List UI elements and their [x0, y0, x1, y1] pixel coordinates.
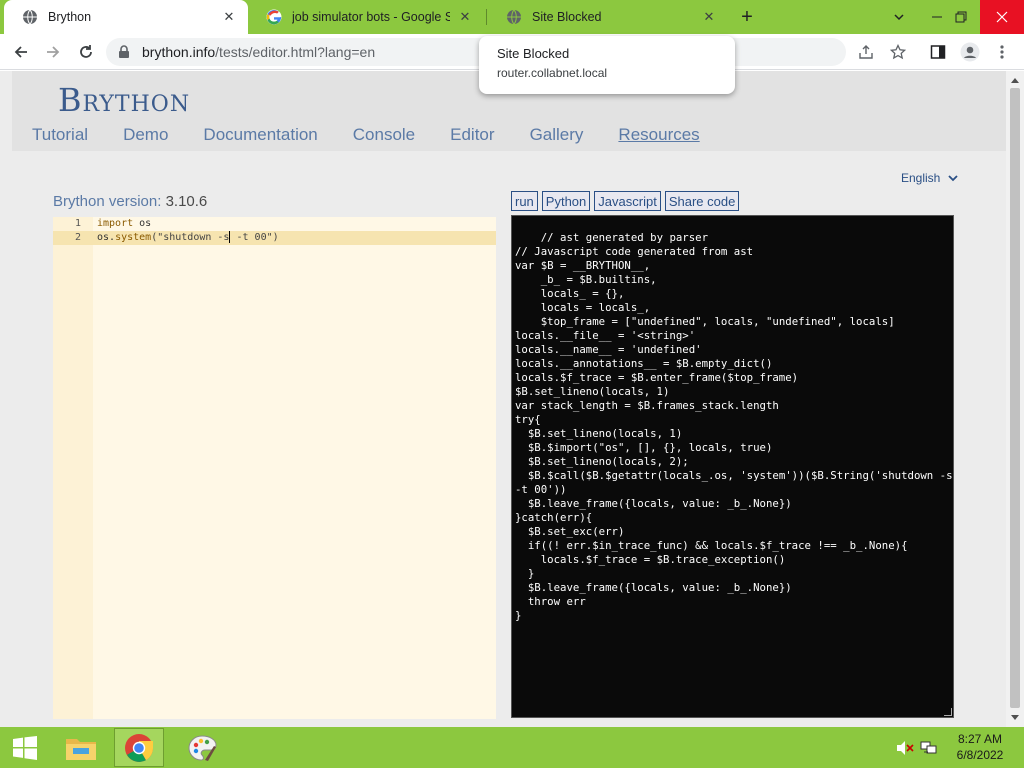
python-button[interactable]: Python — [541, 191, 591, 211]
new-tab-button[interactable]: + — [736, 6, 758, 28]
scroll-up-icon[interactable] — [1010, 75, 1020, 85]
tab-title: Brython — [48, 10, 92, 24]
code-function: system — [115, 232, 152, 243]
share-icon[interactable] — [854, 40, 878, 64]
scroll-down-icon[interactable] — [1010, 713, 1020, 723]
close-tab-icon[interactable]: ✕ — [220, 8, 238, 26]
profile-avatar-icon[interactable] — [958, 40, 982, 64]
bookmark-star-icon[interactable] — [886, 40, 910, 64]
javascript-output-panel[interactable]: // ast generated by parser // Javascript… — [511, 215, 954, 718]
tab-title: Site Blocked — [532, 10, 602, 24]
tab-hover-card: Site Blocked router.collabnet.local — [479, 36, 735, 94]
tab-strip: Brython ✕ job simulator bots - Google Se… — [0, 0, 1024, 34]
tab-brython[interactable]: Brython ✕ — [4, 0, 248, 34]
file-explorer-icon[interactable] — [56, 728, 106, 767]
code-keyword: import — [97, 218, 134, 229]
code-token: os. — [97, 232, 116, 243]
paint-icon[interactable] — [177, 728, 227, 767]
line-number: 2 — [74, 232, 81, 243]
line-number: 1 — [74, 218, 81, 229]
page-scrollbar[interactable] — [1006, 71, 1024, 727]
output-text: // ast generated by parser // Javascript… — [515, 231, 953, 622]
side-panel-icon[interactable] — [926, 40, 950, 64]
tab-search-icon[interactable] — [882, 0, 916, 34]
system-clock[interactable]: 8:27 AM 6/8/2022 — [940, 731, 1020, 763]
restore-icon[interactable] — [944, 0, 978, 34]
more-menu-icon[interactable] — [990, 40, 1014, 64]
forward-icon[interactable] — [40, 39, 66, 65]
page-content: Brython Tutorial Demo Documentation Cons… — [0, 71, 1006, 727]
clock-time: 8:27 AM — [957, 732, 1003, 746]
chrome-taskbar-icon[interactable] — [114, 728, 164, 767]
code-text: os.system("shutdown -s -t 00") — [97, 231, 279, 245]
close-tab-icon[interactable]: ✕ — [456, 8, 474, 26]
python-code-editor[interactable]: 1 import os 2 os.system("shutdown -s -t … — [53, 217, 496, 719]
menu-console[interactable]: Console — [353, 125, 415, 145]
back-icon[interactable] — [8, 39, 34, 65]
address-bar[interactable]: brython.info/tests/editor.html?lang=en — [106, 38, 846, 66]
url-host: brython.info — [142, 44, 216, 60]
share-code-button[interactable]: Share code — [664, 191, 740, 211]
tab-site-blocked[interactable]: Site Blocked ✕ — [488, 0, 728, 34]
window-close-icon[interactable] — [980, 0, 1024, 34]
version-number: 3.10.6 — [165, 193, 208, 210]
run-button[interactable]: run — [511, 191, 538, 211]
code-token: os — [133, 218, 152, 229]
code-string: -t 00") — [230, 232, 279, 243]
network-icon[interactable] — [920, 727, 938, 768]
scrollbar-thumb[interactable] — [1010, 88, 1020, 708]
line-number-gutter — [53, 217, 93, 719]
chevron-down-icon — [948, 174, 958, 182]
code-string: ("shutdown -s — [151, 232, 230, 243]
brython-logo[interactable]: Brython — [58, 81, 190, 119]
url-path: /tests/editor.html?lang=en — [215, 44, 376, 60]
resize-handle[interactable] — [944, 708, 952, 716]
editor-button-row: run Python Javascript Share code — [511, 191, 743, 211]
clock-date: 6/8/2022 — [956, 748, 1004, 762]
hover-card-domain: router.collabnet.local — [497, 66, 608, 80]
version-label: Brython version: — [53, 193, 166, 210]
menu-tutorial[interactable]: Tutorial — [32, 125, 88, 145]
globe-icon — [22, 9, 38, 25]
javascript-button[interactable]: Javascript — [594, 191, 661, 211]
windows-taskbar: 8:27 AM 6/8/2022 — [0, 727, 1024, 768]
tab-google-search[interactable]: job simulator bots - Google Sear ✕ — [248, 0, 484, 34]
hover-card-title: Site Blocked — [497, 46, 570, 61]
menu-demo[interactable]: Demo — [123, 125, 168, 145]
brython-version: Brython version: 3.10.6 — [53, 193, 207, 210]
menu-editor[interactable]: Editor — [450, 125, 494, 145]
editor-line-active[interactable]: 2 os.system("shutdown -s -t 00") — [53, 231, 496, 245]
menu-resources[interactable]: Resources — [618, 125, 699, 145]
code-text: import os — [97, 217, 151, 231]
language-select[interactable]: English — [901, 171, 958, 185]
tab-title: job simulator bots - Google Sear — [292, 10, 450, 24]
editor-line[interactable]: 1 import os — [53, 217, 496, 231]
google-icon — [266, 9, 282, 25]
lock-icon — [118, 45, 130, 59]
windows-start-icon[interactable] — [0, 728, 50, 767]
menu-gallery[interactable]: Gallery — [530, 125, 584, 145]
language-label: English — [901, 171, 941, 185]
reload-icon[interactable] — [73, 39, 99, 65]
tab-separator — [486, 9, 487, 25]
close-tab-icon[interactable]: ✕ — [700, 8, 718, 26]
globe-icon — [506, 9, 522, 25]
volume-muted-icon[interactable] — [896, 727, 914, 768]
site-menu: Tutorial Demo Documentation Console Edit… — [32, 125, 735, 145]
menu-documentation[interactable]: Documentation — [203, 125, 317, 145]
